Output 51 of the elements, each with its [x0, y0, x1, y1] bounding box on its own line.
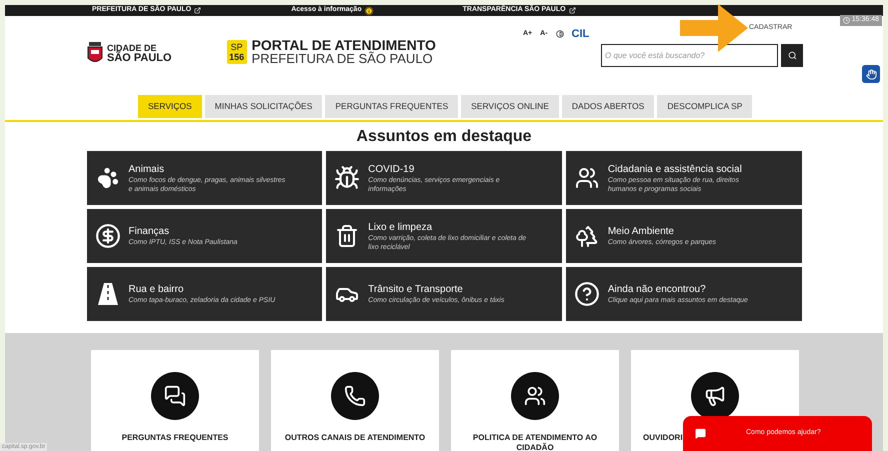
topic-title: Lixo e limpeza: [368, 220, 434, 234]
service-card[interactable]: POLITICA DE ATENDIMENTO AO CIDADÃO: [451, 350, 619, 451]
card-title: PERGUNTAS FREQUENTES: [120, 433, 230, 443]
people-icon: [524, 385, 546, 407]
service-card[interactable]: PERGUNTAS FREQUENTES: [91, 350, 259, 451]
topic-title: Trânsito e Transporte: [368, 283, 464, 296]
search-field[interactable]: O que você está buscando?: [601, 44, 778, 67]
road-icon: [96, 282, 118, 306]
dollar-coin-icon: [94, 223, 120, 249]
contrast-icon[interactable]: [556, 30, 564, 38]
nav-tab[interactable]: DESCOMPLICA SP: [657, 95, 752, 118]
paw-icon: [96, 167, 118, 189]
section-title: Assuntos em destaque: [355, 127, 533, 147]
topic-title: Cidadania e assistência social: [608, 162, 743, 176]
trees-icon: [574, 224, 599, 248]
topic-title: Finanças: [128, 225, 170, 238]
sp156-badge: SP 156: [226, 40, 247, 64]
clock-icon: [842, 17, 850, 24]
external-link-icon: [568, 7, 576, 14]
portal-subtitle: PREFEITURA DE SÃO PAULO: [252, 52, 434, 66]
chat-icon: [695, 428, 706, 439]
city-logo-text: CIDADE DE: [107, 43, 158, 53]
city-logo-text: SÃO PAULO: [107, 53, 172, 63]
topic-title: Rua e bairro: [128, 283, 185, 296]
external-link-icon: [194, 7, 202, 14]
search-button[interactable]: [781, 44, 803, 67]
accessibility-button[interactable]: [862, 65, 880, 83]
card-title: POLITICA DE ATENDIMENTO AO CIDADÃO: [472, 433, 598, 451]
chat-bubbles-icon: [164, 385, 186, 407]
nav-tab[interactable]: MINHAS SOLICITAÇÕES: [204, 95, 322, 118]
search-icon: [788, 51, 796, 60]
megaphone-icon: [704, 385, 726, 407]
nav-tab[interactable]: SERVIÇOS ONLINE: [461, 95, 559, 118]
cil-logo[interactable]: CIL: [572, 26, 590, 42]
hand-icon: [866, 68, 876, 80]
portal-title: PORTAL DE ATENDIMENTO: [252, 38, 436, 52]
question-icon: [574, 281, 600, 307]
topic-title: Ainda não encontrou?: [608, 283, 707, 296]
phone-icon: [344, 385, 366, 407]
people-icon: [574, 166, 599, 190]
topic-title: Animais: [128, 162, 166, 176]
arrow-drawing: [680, 2, 750, 54]
nav-tab[interactable]: DADOS ABERTOS: [562, 95, 654, 118]
nav-tab[interactable]: SERVIÇOS: [138, 95, 202, 118]
nav-tab[interactable]: PERGUNTAS FREQUENTES: [325, 95, 458, 118]
service-card[interactable]: OUTROS CANAIS DE ATENDIMENTO: [271, 350, 439, 451]
card-title: OUTROS CANAIS DE ATENDIMENTO: [284, 433, 426, 443]
topic-title: COVID-19: [368, 162, 416, 176]
card-title: OUVIDORI: [643, 433, 683, 443]
topic-title: Meio Ambiente: [608, 225, 675, 238]
trash-icon: [335, 224, 360, 248]
